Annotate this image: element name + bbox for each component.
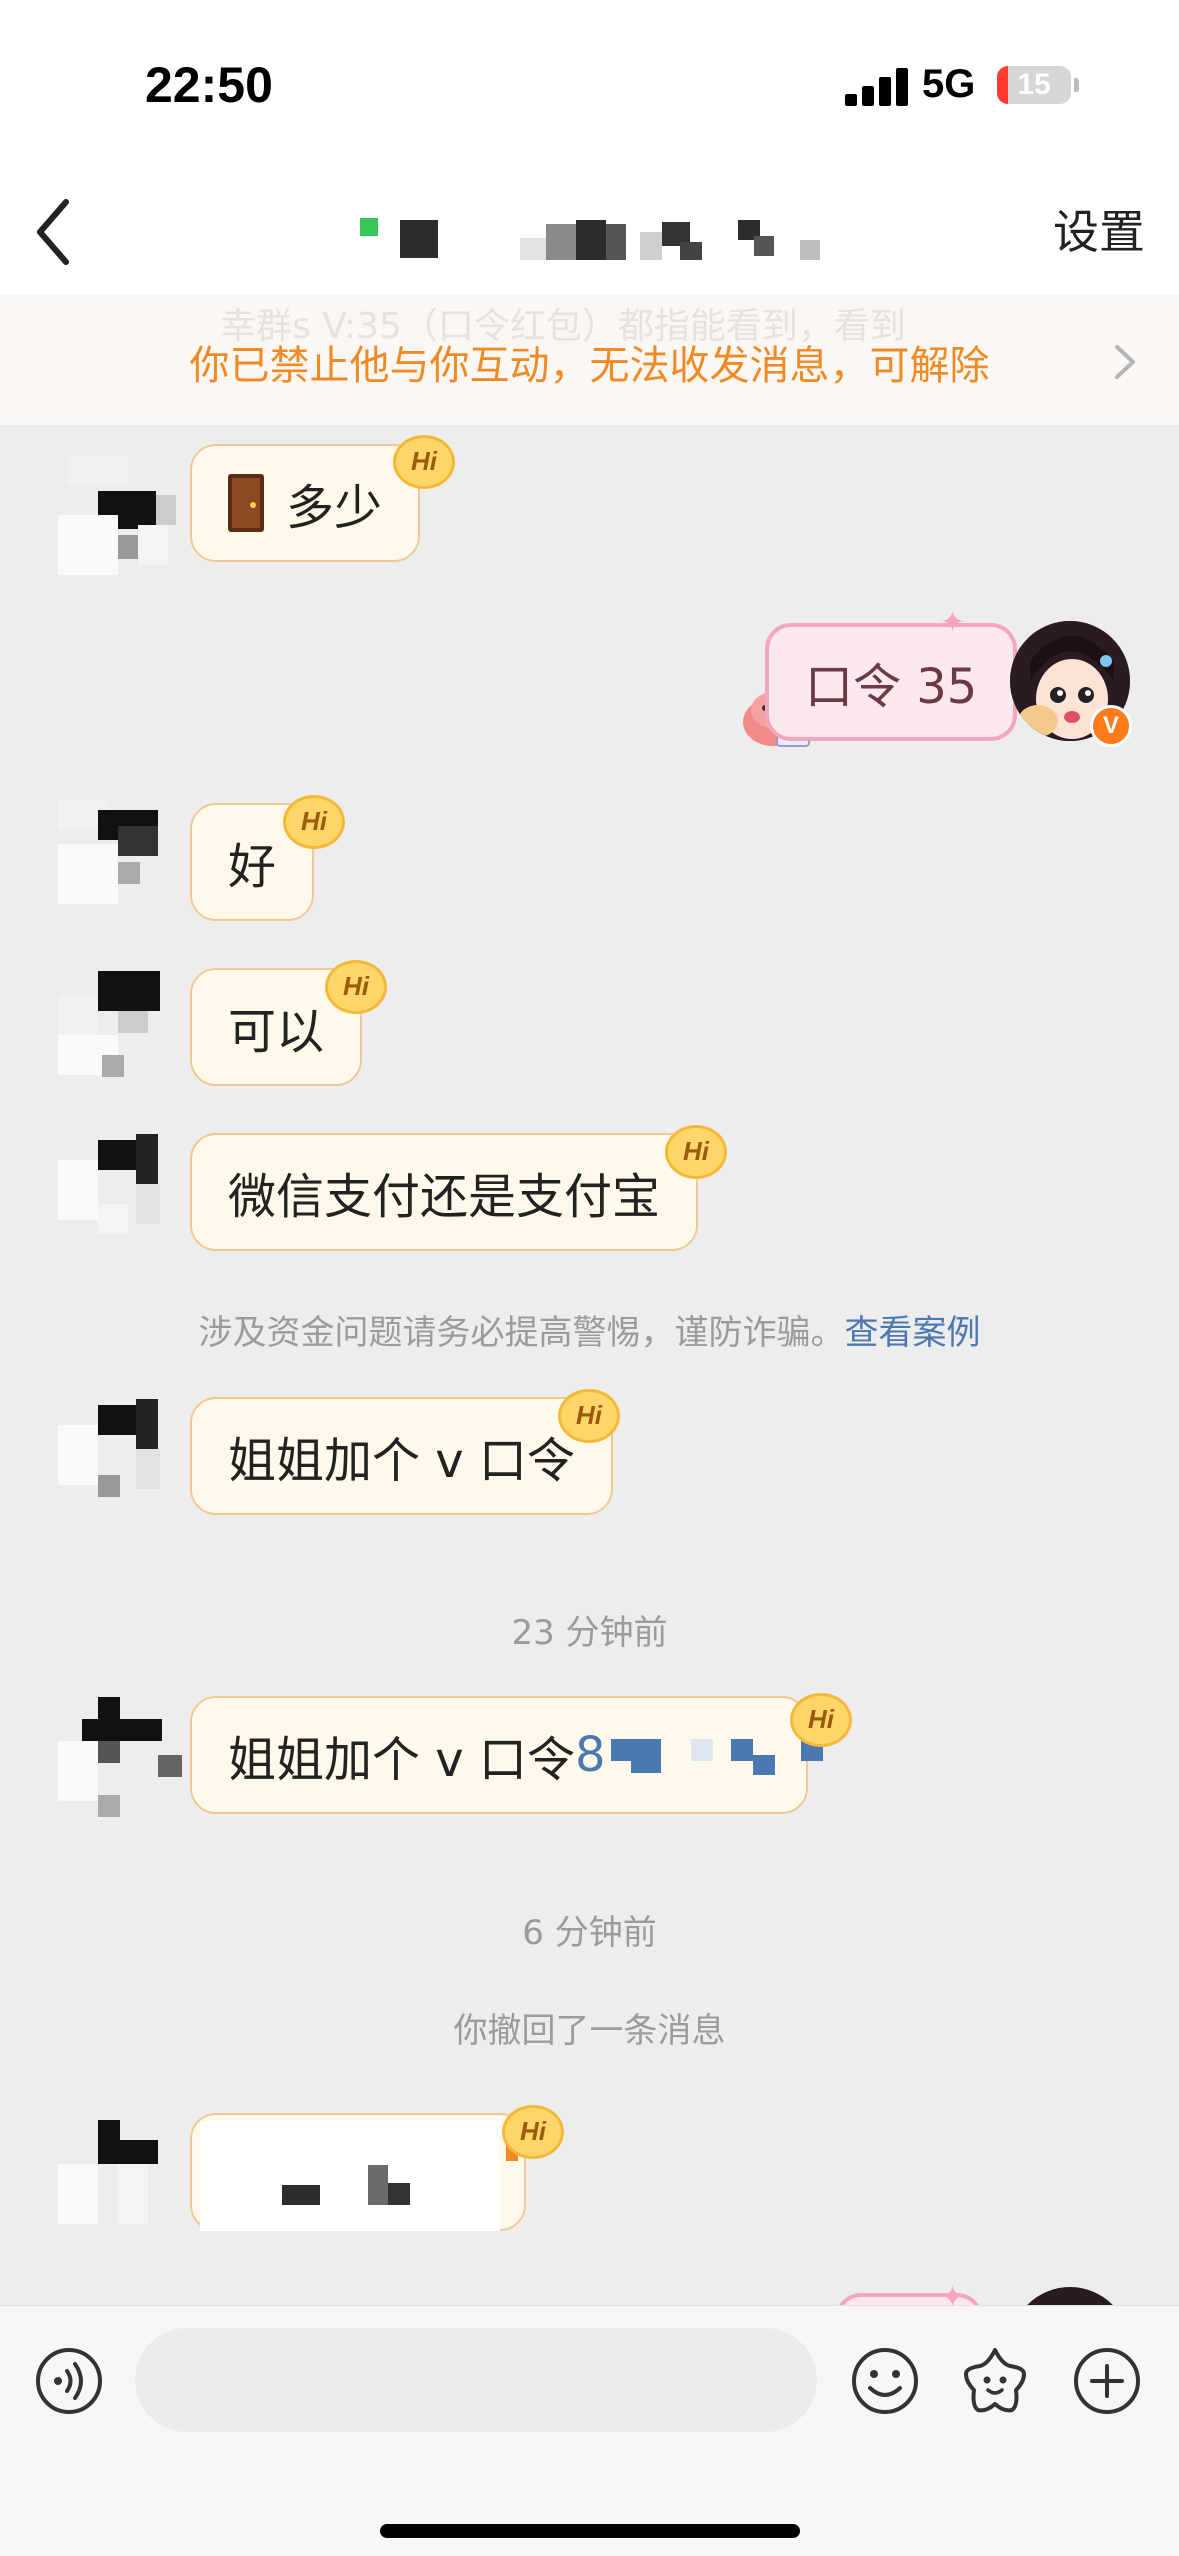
status-bar: 22:50 5G 15: [0, 0, 1179, 170]
chevron-left-icon: [37, 199, 69, 265]
battery-cap: [1074, 78, 1079, 92]
contact-avatar[interactable]: [58, 1697, 182, 1817]
chevron-right-icon: [1115, 345, 1135, 379]
verified-badge-icon: V: [1090, 705, 1132, 747]
recalled-notice: 你撤回了一条消息: [453, 2011, 726, 2051]
message-text: 多少: [286, 480, 383, 536]
incoming-message-bubble[interactable]: 姐姐加个 v 口令: [190, 1397, 613, 1515]
contact-avatar[interactable]: [58, 1130, 173, 1245]
redacted-content-mosaic: [200, 2121, 518, 2231]
redacted-code-mosaic: [611, 1735, 824, 1775]
emoji-button[interactable]: [850, 2346, 920, 2416]
message-list[interactable]: 多少 Hi 口令 35 ✦ V 好 Hi 可以 Hi 微信支付还是支付宝 Hi …: [0, 425, 1179, 2347]
emoji-icon: [852, 2348, 918, 2414]
contact-avatar[interactable]: [58, 2120, 173, 2235]
message-text: 姐姐加个 v 口令: [228, 1433, 575, 1489]
sticker-button[interactable]: [958, 2344, 1028, 2414]
hi-badge-icon: Hi: [502, 2105, 564, 2159]
contact-avatar[interactable]: [58, 965, 173, 1080]
home-indicator[interactable]: [380, 2524, 800, 2538]
voice-button[interactable]: [34, 2346, 104, 2416]
hi-badge-icon: Hi: [393, 435, 455, 489]
timestamp: 6 分钟前: [522, 1913, 657, 1953]
message-input[interactable]: [135, 2328, 817, 2432]
sticker-icon: [964, 2348, 1026, 2413]
message-text: 可以: [228, 1004, 325, 1060]
incoming-message-bubble[interactable]: 多少: [190, 444, 421, 562]
incoming-message-bubble[interactable]: 微信支付还是支付宝: [190, 1133, 699, 1251]
outgoing-message-bubble[interactable]: 口令 35: [765, 623, 1018, 741]
back-button[interactable]: [20, 180, 110, 280]
add-button[interactable]: [1072, 2346, 1142, 2416]
hi-badge-icon: Hi: [790, 1693, 852, 1747]
message-text: 姐姐加个 v 口令: [228, 1732, 575, 1788]
hi-badge-icon: Hi: [665, 1125, 727, 1179]
status-time: 22:50: [145, 57, 273, 113]
hi-badge-icon: Hi: [283, 795, 345, 849]
contact-avatar[interactable]: [58, 455, 176, 575]
message-text: 微信支付还是支付宝: [228, 1169, 661, 1225]
door-icon: [228, 474, 264, 532]
banner-text: 你已禁止他与你互动，无法收发消息，可解除: [189, 343, 990, 389]
message-text: 口令 35: [805, 659, 978, 715]
voice-icon: [36, 2348, 102, 2414]
redacted-code: 8: [574, 1727, 606, 1783]
contact-name-redacted: [350, 208, 830, 260]
incoming-message-bubble[interactable]: [190, 2113, 526, 2231]
contact-avatar[interactable]: [58, 800, 173, 915]
nav-bar: 设置: [0, 170, 1179, 295]
network-type: 5G: [922, 62, 976, 106]
timestamp: 23 分钟前: [511, 1613, 668, 1653]
incoming-message-bubble[interactable]: 姐姐加个 v 口令 8: [190, 1696, 824, 1814]
settings-button[interactable]: 设置: [1053, 196, 1145, 262]
battery-icon: 15: [997, 66, 1071, 104]
contact-avatar[interactable]: [58, 1395, 173, 1510]
chat-screen: 22:50 5G 15 设置 幸群s V:35（口令红包）都指能看到，看到 你已…: [0, 0, 1179, 2556]
fraud-warning: 涉及资金问题请务必提高警惕，谨防诈骗。查看案例: [0, 1305, 1179, 1354]
battery-level: 15: [1017, 68, 1051, 101]
input-bar: [0, 2305, 1179, 2556]
hi-badge-icon: Hi: [558, 1389, 620, 1443]
add-icon: [1074, 2348, 1140, 2414]
fraud-warning-text: 涉及资金问题请务必提高警惕，谨防诈骗。: [198, 1313, 845, 1353]
hi-badge-icon: Hi: [325, 960, 387, 1014]
sparkle-icon: ✦: [940, 605, 966, 640]
message-text: 好: [228, 839, 277, 895]
cellular-signal-icon: [845, 66, 909, 106]
view-cases-link[interactable]: 查看案例: [845, 1313, 981, 1353]
blocked-banner[interactable]: 幸群s V:35（口令红包）都指能看到，看到 你已禁止他与你互动，无法收发消息，…: [0, 295, 1179, 425]
